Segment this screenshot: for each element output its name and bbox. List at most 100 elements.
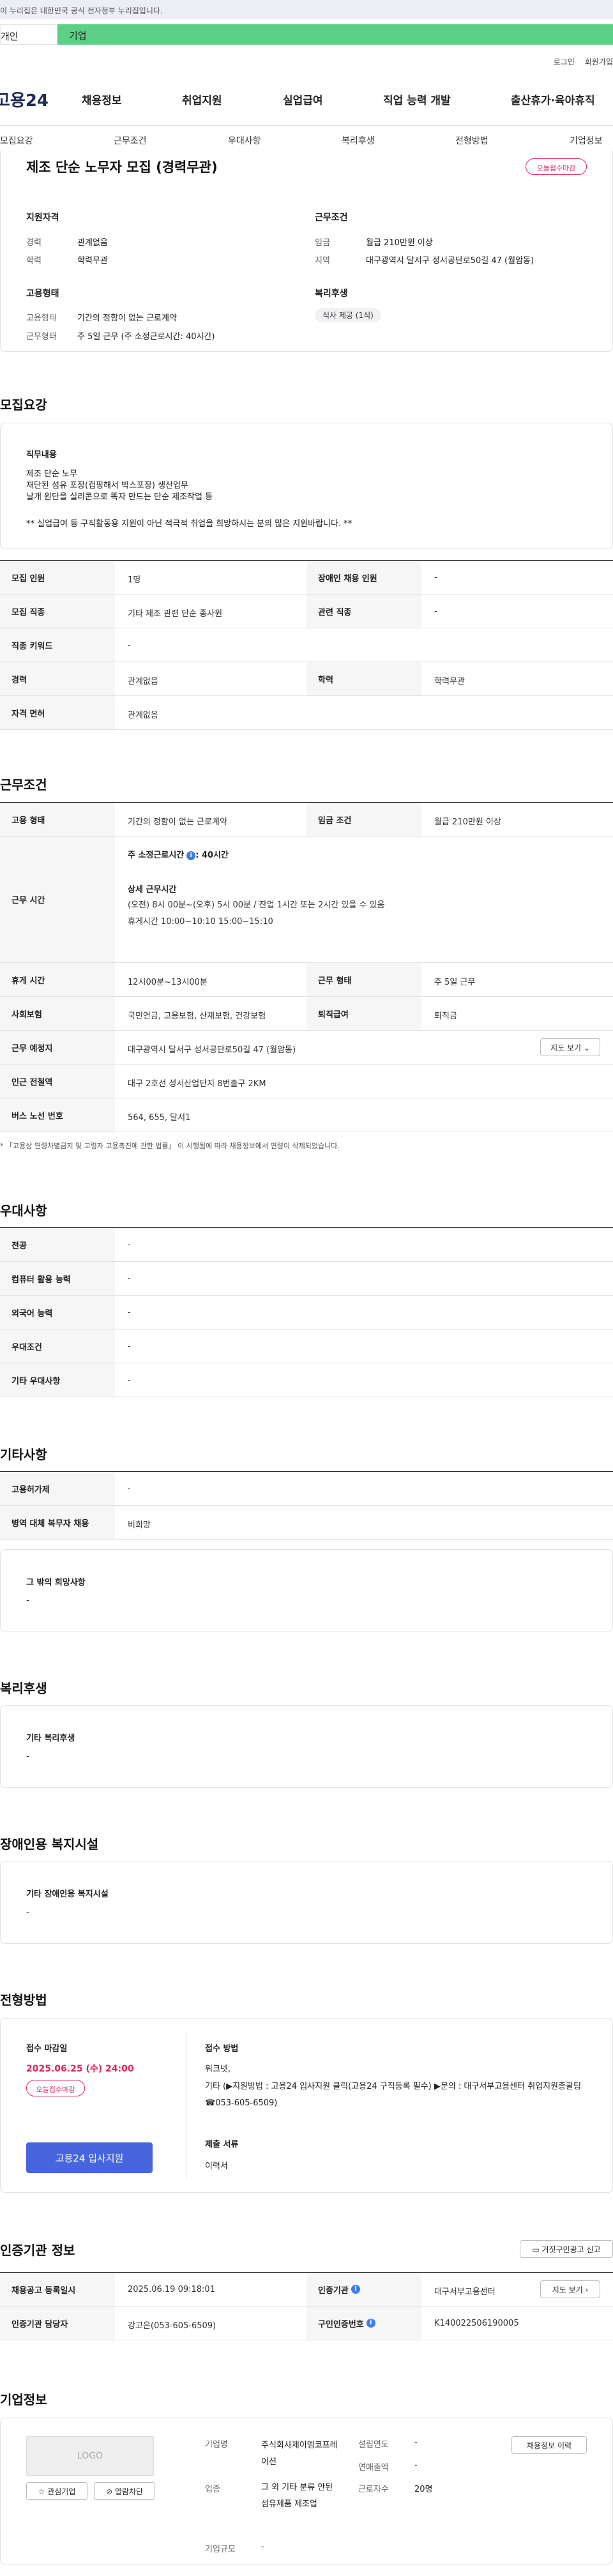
job-type-value: 기타 제조 관련 단순 종사원 — [128, 609, 223, 619]
wage-key: 임금 — [315, 238, 330, 248]
language-key: 외국어 능력 — [0, 1296, 115, 1329]
join-link[interactable]: 회원가입 — [585, 57, 613, 66]
apply-button[interactable]: 고용24 입사지원 — [26, 2142, 153, 2173]
block-icon: ⊘ — [105, 2487, 115, 2496]
related-job-value: - — [434, 607, 437, 616]
table-row: 외국어 능력 - — [0, 1296, 613, 1330]
table-row: 인근 전철역 대구 2호선 성서산업단지 8번출구 2KM — [0, 1064, 613, 1098]
staff-key: 인증기관 담당자 — [0, 2307, 115, 2340]
gnb-unemployment-benefit[interactable]: 실업급여 — [283, 91, 323, 107]
other-wish-value: - — [26, 1596, 29, 1605]
tab-benefits[interactable]: 복리후생 — [342, 134, 375, 147]
favorite-button[interactable]: ☆ 관심기업 — [26, 2482, 87, 2500]
tab-selection[interactable]: 전형방법 — [455, 134, 488, 147]
subway-key: 인근 전철역 — [0, 1064, 115, 1098]
work-time-key: 근무 시간 — [0, 837, 115, 962]
segment-company[interactable]: 기업 — [57, 24, 613, 45]
table-row: 병역 대체 복무자 채용 비희망 — [0, 1506, 613, 1540]
gnb-employment-support[interactable]: 취업지원 — [182, 91, 222, 107]
worktype-key: 근무형태 — [26, 332, 57, 342]
license-key: 자격 면허 — [0, 696, 115, 729]
emptype-key: 고용형태 — [26, 314, 57, 323]
gnb-parental-leave[interactable]: 출산휴가·육아휴직 — [511, 91, 595, 107]
job-keyword-key: 직종 키워드 — [0, 628, 115, 662]
edu-value: 학력무관 — [77, 256, 108, 266]
site-logo[interactable]: 고용24 — [0, 87, 65, 111]
qualification-label: 지원자격 — [26, 213, 59, 223]
computer-value: - — [128, 1274, 131, 1284]
weekly-hours-value: : 40시간 — [195, 851, 229, 860]
pref-heading: 우대사항 — [0, 1203, 47, 1218]
subway-value: 대구 2호선 성서산업단지 8번출구 2KM — [128, 1079, 266, 1089]
gnb-job-info[interactable]: 채용정보 — [82, 91, 122, 107]
recruit-count-value: 1명 — [128, 575, 141, 585]
detail-hours-line: 휴게시간 10:00~10:10 15:00~15:10 — [128, 917, 273, 927]
condition-label: 근무조건 — [315, 213, 348, 223]
insurance-value: 국민연금, 고용보험, 산재보험, 건강보험 — [128, 1011, 266, 1021]
employment-label: 고용형태 — [26, 289, 59, 299]
map-button-label: 지도 보기 — [552, 2285, 583, 2294]
star-icon: ☆ — [38, 2487, 48, 2496]
career-key: 경력 — [26, 238, 42, 248]
job-keyword-value: - — [128, 640, 131, 650]
info-icon[interactable]: i — [186, 851, 196, 860]
job-title: 제조 단순 노무자 모집 (경력무관) — [26, 160, 218, 175]
sales-value: - — [414, 2460, 418, 2470]
table-row: 직종 키워드 - — [0, 628, 613, 662]
major-key: 전공 — [0, 1228, 115, 1261]
wage-value: 월급 210만원 이상 — [366, 238, 433, 248]
worktype-value: 주 5일 근무 (주 소정근로시간: 40시간) — [77, 332, 215, 342]
docs-label: 제출 서류 — [205, 2140, 239, 2149]
weekly-hours-label: 주 소정근로시간 — [128, 851, 185, 860]
map-button[interactable]: 지도 보기 ⌄ — [540, 1038, 600, 1056]
favorite-button-label: 관심기업 — [47, 2487, 76, 2496]
pref-cond-key: 우대조건 — [0, 1330, 115, 1363]
info-icon[interactable]: i — [351, 2285, 360, 2294]
bus-key: 버스 노선 번호 — [0, 1098, 115, 1132]
duty-line: 재단된 섬유 포장(캡핑해서 박스포장) 생산업무 — [26, 481, 188, 490]
other-wish-box: 그 밖의 희망사항 - — [0, 1549, 613, 1632]
duty-label: 직무내용 — [26, 450, 57, 460]
military-value: 비희망 — [128, 1520, 151, 1530]
emp-form-key: 고용 형태 — [0, 803, 115, 836]
deadline-value: 2025.06.25 (수) 24:00 — [26, 2064, 134, 2074]
career-key: 경력 — [0, 662, 115, 695]
report-button[interactable]: ▭ 거짓구인광고 신고 — [520, 2240, 613, 2258]
disabled-count-value: - — [434, 573, 437, 582]
gnb-vocational-training[interactable]: 직업 능력 개발 — [383, 91, 451, 107]
cert-org-key: 인증기관 i — [306, 2273, 421, 2306]
cert-org-value: 대구서부고용센터 — [434, 2287, 496, 2297]
company-name-key: 기업명 — [205, 2440, 228, 2450]
info-icon[interactable]: i — [366, 2319, 375, 2328]
wage-cond-key: 임금 조건 — [306, 803, 421, 836]
cert-org-label: 인증기관 — [318, 2285, 349, 2296]
company-heading: 기업정보 — [0, 2392, 47, 2407]
login-link[interactable]: 로그인 — [554, 57, 575, 66]
disab-box: 기타 장애인용 복지시설 - — [0, 1861, 613, 1944]
disabled-count-key: 장애인 채용 인원 — [306, 561, 421, 594]
table-row: 컴퓨터 활용 능력 - — [0, 1262, 613, 1296]
tab-recruit[interactable]: 모집요강 — [0, 134, 33, 147]
block-button[interactable]: ⊘ 열람차단 — [94, 2482, 155, 2500]
tab-work-conditions[interactable]: 근무조건 — [114, 134, 147, 147]
table-row: 채용공고 등록일시 2025.06.19 09:18:01 인증기관 i 대구서부… — [0, 2273, 613, 2307]
map-button[interactable]: 지도 보기 › — [540, 2280, 600, 2298]
table-row: 인증기관 담당자 강고은(053-605-6509) 구인인증번호 i K1400… — [0, 2307, 613, 2340]
benefit-box: 기타 복리후생 - — [0, 1705, 613, 1788]
segment-personal[interactable]: 개인 — [0, 24, 57, 45]
job-history-button[interactable]: 채용정보 이력 — [511, 2436, 587, 2454]
welfare-label: 복리후생 — [315, 289, 348, 299]
company-box: LOGO ☆ 관심기업 ⊘ 열람차단 기업명 주식회사제이엠코프레이션 업종 그… — [0, 2418, 613, 2565]
document-icon: ▭ — [532, 2245, 542, 2254]
retirement-value: 퇴직금 — [434, 1011, 457, 1021]
table-row: 전공 - — [0, 1228, 613, 1262]
tab-preferences[interactable]: 우대사항 — [228, 134, 261, 147]
table-row: 고용 형태 기간의 정함이 없는 근로계약 임금 조건 월급 210만원 이상 — [0, 803, 613, 837]
tab-company[interactable]: 기업정보 — [570, 134, 603, 147]
duty-box: 직무내용 제조 단순 노무 재단된 섬유 포장(캡핑해서 박스포장) 생산업무 … — [0, 423, 613, 549]
work-heading: 근무조건 — [0, 777, 47, 792]
cert-no-value: K140022506190005 — [434, 2319, 519, 2328]
company-name-value: 주식회사제이엠코프레이션 — [261, 2441, 338, 2467]
sales-key: 연매출액 — [358, 2463, 389, 2473]
benefit-heading: 복리후생 — [0, 1681, 47, 1696]
